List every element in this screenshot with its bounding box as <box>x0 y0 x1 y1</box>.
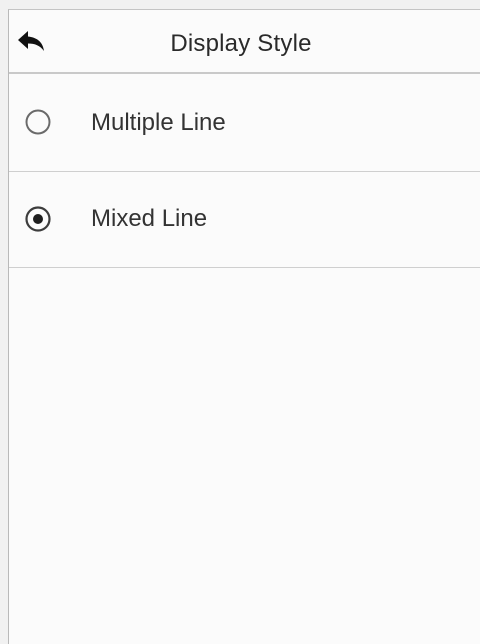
option-multiple-line[interactable]: Multiple Line <box>9 74 480 172</box>
option-label-multiple-line: Multiple Line <box>91 109 226 136</box>
option-label-mixed-line: Mixed Line <box>91 205 208 232</box>
header-bar: Display Style <box>9 10 480 74</box>
option-mixed-line[interactable]: Mixed Line <box>9 172 480 268</box>
radio-selected-icon[interactable] <box>21 202 55 236</box>
display-style-screen: Display Style Multiple Line Mixed Line <box>8 9 480 644</box>
radio-unselected-icon[interactable] <box>21 105 55 139</box>
page-title: Display Style <box>170 30 312 57</box>
